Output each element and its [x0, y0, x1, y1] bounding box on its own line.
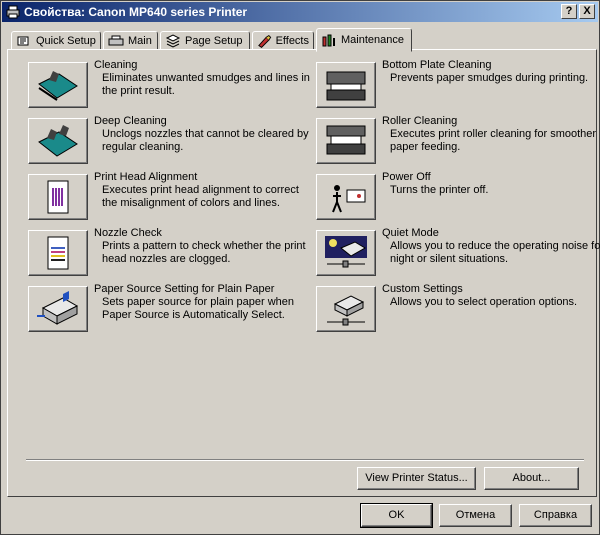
quiet-mode-icon: [325, 236, 367, 268]
tab-label: Main: [128, 35, 152, 47]
item-description: Executes print roller cleaning for smoot…: [390, 128, 597, 153]
quick-setup-icon: [17, 36, 29, 46]
tab-strip: Quick Setup Main Page Setup Effects Main…: [7, 28, 597, 52]
power-off-icon: [332, 185, 366, 213]
tab-label: Maintenance: [341, 34, 404, 46]
window-title: Свойства: Canon MP640 series Printer: [24, 5, 248, 19]
maintenance-panel: Cleaning Eliminates unwanted smudges and…: [7, 49, 600, 497]
item-description: Eliminates unwanted smudges and lines in…: [102, 72, 310, 97]
item-title: Quiet Mode: [382, 227, 439, 239]
cleaning-icon: [38, 71, 78, 101]
item-title: Print Head Alignment: [94, 171, 198, 183]
nozzle-check-icon: [47, 236, 69, 270]
item-title: Nozzle Check: [94, 227, 162, 239]
separator: [26, 459, 584, 461]
custom-settings-icon: [327, 295, 365, 326]
item-title: Deep Cleaning: [94, 115, 167, 127]
item-description: Turns the printer off.: [390, 184, 489, 196]
main-icon: [108, 35, 124, 46]
item-description: Prevents paper smudges during printing.: [390, 72, 589, 84]
item-title: Cleaning: [94, 59, 138, 71]
help-button[interactable]: Справка: [519, 504, 592, 527]
print-head-alignment-icon: [47, 180, 69, 214]
deep-cleaning-icon: [38, 125, 78, 157]
cancel-button[interactable]: Отмена: [439, 504, 512, 527]
item-title: Paper Source Setting for Plain Paper: [94, 283, 275, 295]
item-title: Custom Settings: [382, 283, 463, 295]
item-description: Allows you to reduce the operating noise…: [390, 240, 600, 265]
item-description: Unclogs nozzles that cannot be cleared b…: [102, 128, 309, 153]
paper-source-button[interactable]: [28, 286, 88, 332]
help-title-button[interactable]: ?: [561, 4, 577, 19]
tab-maintenance[interactable]: Maintenance: [316, 28, 412, 52]
roller-cleaning-icon: [326, 125, 366, 155]
tab-page-setup[interactable]: Page Setup: [160, 31, 250, 51]
printer-properties-window: Свойства: Canon MP640 series Printer ? X…: [0, 0, 600, 535]
power-off-button[interactable]: [316, 174, 376, 220]
effects-icon: [258, 34, 272, 48]
tab-main[interactable]: Main: [103, 31, 158, 51]
tab-label: Effects: [275, 35, 309, 47]
ok-button[interactable]: OK: [360, 503, 433, 528]
item-title: Roller Cleaning: [382, 115, 458, 127]
item-description: Prints a pattern to check whether the pr…: [102, 240, 306, 265]
item-description: Executes print head alignment to correct…: [102, 184, 299, 209]
paper-source-icon: [37, 291, 79, 325]
bottom-plate-cleaning-icon: [326, 71, 366, 101]
cleaning-button[interactable]: [28, 62, 88, 108]
custom-settings-button[interactable]: [316, 286, 376, 332]
page-setup-icon: [165, 34, 181, 48]
close-title-button[interactable]: X: [579, 4, 595, 19]
title-bar[interactable]: Свойства: Canon MP640 series Printer ? X: [2, 2, 598, 22]
about-button[interactable]: About...: [484, 467, 579, 490]
tab-label: Page Setup: [185, 35, 243, 47]
item-description: Allows you to select operation options.: [390, 296, 578, 308]
bottom-plate-cleaning-button[interactable]: [316, 62, 376, 108]
printer-icon: [6, 5, 20, 19]
item-title: Bottom Plate Cleaning: [382, 59, 492, 71]
maintenance-icon: [322, 34, 335, 47]
nozzle-check-button[interactable]: [28, 230, 88, 276]
tab-label: Quick Setup: [36, 35, 96, 47]
deep-cleaning-button[interactable]: [28, 118, 88, 164]
tab-effects[interactable]: Effects: [252, 31, 314, 51]
tab-quick-setup[interactable]: Quick Setup: [11, 31, 101, 51]
item-description: Sets paper source for plain paper when P…: [102, 296, 295, 321]
quiet-mode-button[interactable]: [316, 230, 376, 276]
item-title: Power Off: [382, 171, 431, 183]
print-head-alignment-button[interactable]: [28, 174, 88, 220]
view-printer-status-button[interactable]: View Printer Status...: [357, 467, 476, 490]
roller-cleaning-button[interactable]: [316, 118, 376, 164]
